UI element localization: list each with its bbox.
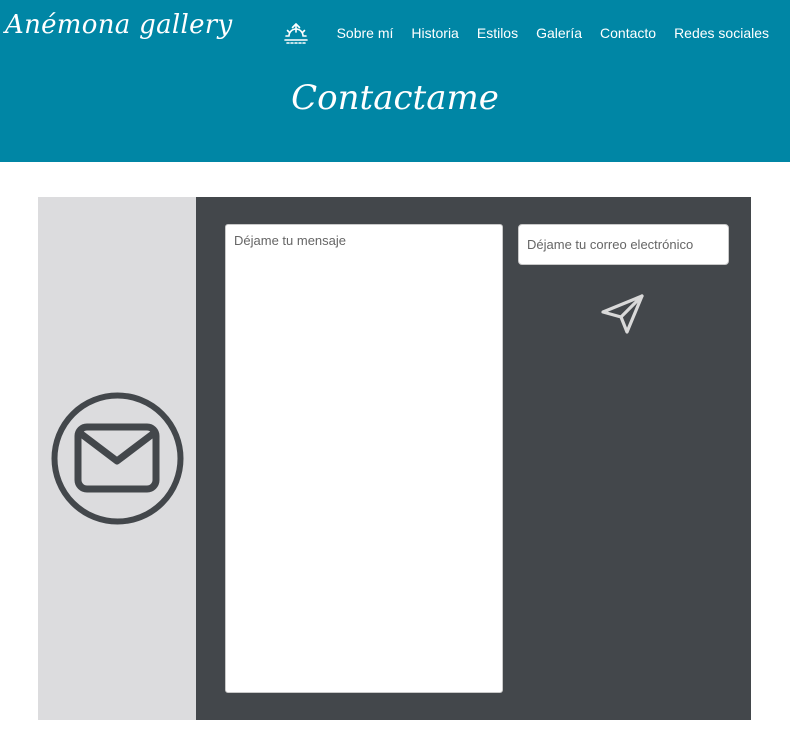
- nav-link-sobre-mi[interactable]: Sobre mí: [337, 25, 394, 41]
- contact-form-panel: [196, 197, 751, 720]
- nav-link-historia[interactable]: Historia: [411, 25, 458, 41]
- page-title: Contactame: [291, 78, 499, 118]
- contact-aside: [38, 197, 196, 720]
- send-button[interactable]: [599, 292, 647, 336]
- nav-link-redes-sociales[interactable]: Redes sociales: [674, 25, 769, 41]
- mail-circle-icon: [51, 392, 184, 525]
- nav-link-estilos[interactable]: Estilos: [477, 25, 518, 41]
- brand-logo[interactable]: Anémona gallery: [5, 10, 233, 40]
- nav-link-contacto[interactable]: Contacto: [600, 25, 656, 41]
- contact-section: [38, 197, 751, 720]
- email-input[interactable]: [518, 224, 729, 265]
- site-header: Anémona gallery Sobre mí Historia Estilo…: [0, 0, 790, 162]
- nav-home-link[interactable]: [283, 18, 309, 48]
- sunrise-icon: [283, 23, 308, 44]
- send-icon: [601, 294, 644, 334]
- message-textarea[interactable]: [225, 224, 503, 693]
- main-nav: Sobre mí Historia Estilos Galería Contac…: [283, 18, 769, 48]
- nav-link-galeria[interactable]: Galería: [536, 25, 582, 41]
